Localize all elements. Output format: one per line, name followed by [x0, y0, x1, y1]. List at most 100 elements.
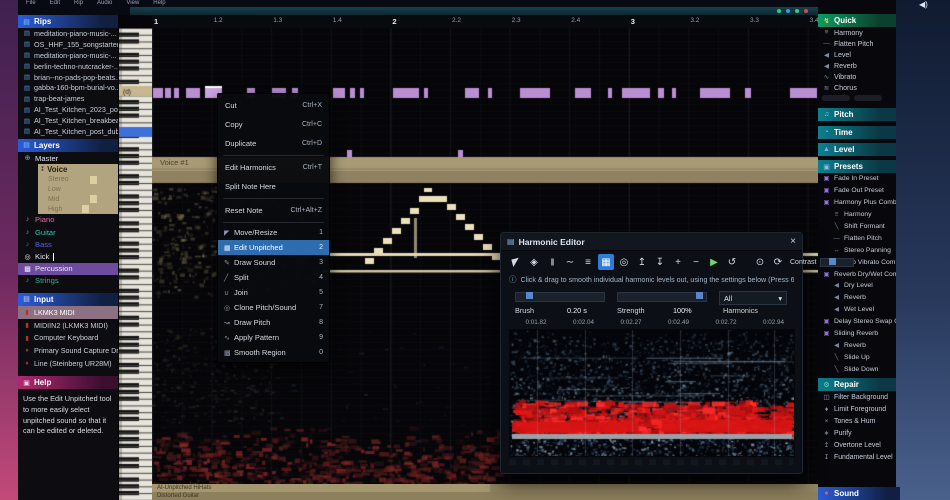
context-menu-item-edit-unpitched[interactable]: ▦Edit Unpitched2 [218, 240, 329, 255]
presets-panel-header[interactable]: ▣ Presets [818, 160, 896, 173]
preset-item-shift-formant[interactable]: ╲Shift Formant [818, 221, 896, 233]
context-menu-item-cut[interactable]: CutCtrl+X [218, 96, 329, 115]
status-dot-blue-icon[interactable] [786, 9, 790, 13]
input-device[interactable]: ▮LKMK3 MIDI [18, 306, 118, 319]
harmonic-editor-titlebar[interactable]: ▤ Harmonic Editor × [501, 233, 802, 251]
context-menu-item-draw-pitch[interactable]: ↝Draw Pitch8 [218, 315, 329, 330]
harmonics-dropdown[interactable]: All ▾ [719, 291, 787, 305]
speaker-icon[interactable]: ◀) [919, 0, 928, 9]
time-panel-header[interactable]: ◔ Time [818, 126, 896, 139]
voice-sub-stereo[interactable]: Stereo [38, 175, 118, 185]
menu-item-audio[interactable]: Audio [97, 0, 112, 7]
rip-item[interactable]: ▤meditation-piano-music-... [18, 50, 118, 61]
rip-item[interactable]: ▤OS_HHF_155_songstarter... [18, 39, 118, 50]
rip-item[interactable]: ▤gabba-160-bpm-burial-vo... [18, 82, 118, 93]
context-menu-item-apply-pattern[interactable]: ∿Apply Pattern9 [218, 330, 329, 345]
add-icon[interactable]: + [670, 254, 686, 270]
contrast-slider-knob[interactable] [829, 258, 836, 265]
context-menu-item-clone-pitch-sound[interactable]: ◎Clone Pitch/Sound7 [218, 300, 329, 315]
preset-item-reverb[interactable]: ◀Reverb [818, 339, 896, 351]
rip-item[interactable]: ▤trap-beat-james [18, 93, 118, 104]
context-menu-item-edit-harmonics[interactable]: Edit HarmonicsCtrl+T [218, 158, 329, 177]
status-dot-teal-icon[interactable] [795, 9, 799, 13]
eraser-tool-icon[interactable]: ◈ [526, 254, 542, 270]
preset-item-fade-out-preset[interactable]: ▣Fade Out Preset [818, 185, 896, 197]
context-menu-item-join[interactable]: ∪Join5 [218, 285, 329, 300]
preset-item-harmony-plus-combo[interactable]: ▣Harmony Plus Combo [818, 197, 896, 209]
rip-item[interactable]: ▤meditation-piano-music-... [18, 28, 118, 39]
subtract-icon[interactable]: − [688, 254, 704, 270]
input-device[interactable]: ▮MIDIIN2 (LKMK3 MIDI) [18, 319, 118, 332]
repair-item-overtone-level[interactable]: ↥Overtone Level [818, 439, 896, 451]
preset-item-reverb-dry-wet-combo[interactable]: ▣Reverb Dry/Wet Combo [818, 268, 896, 280]
context-menu-item-smooth-region[interactable]: ▩Smooth Region0 [218, 345, 329, 360]
voice-group-header[interactable]: ⁑Voice [38, 164, 118, 175]
preset-item-delay-stereo-swap-combo[interactable]: ▣Delay Stereo Swap Combo [818, 316, 896, 328]
preset-item-dry-level[interactable]: ◀Dry Level [818, 280, 896, 292]
rip-item[interactable]: ▤AI_Test_Kitchen_post_dub... [18, 126, 118, 137]
voice-sub-mid[interactable]: Mid [38, 194, 118, 204]
preset-item-slide-down[interactable]: ╲Slide Down [818, 363, 896, 375]
menu-item-rip[interactable]: Rip [74, 0, 83, 7]
play-icon[interactable]: ▶ [706, 254, 722, 270]
repair-item-filter-background[interactable]: ◫Filter Background [818, 391, 896, 403]
layer-item-kick[interactable]: ◎Kick [18, 250, 118, 262]
layer-item-master[interactable]: ⊕Master [18, 152, 118, 164]
preset-item-slide-up[interactable]: ╲Slide Up [818, 351, 896, 363]
repair-item-limit-foreground[interactable]: ♦Limit Foreground [818, 403, 896, 415]
context-menu-item-duplicate[interactable]: DuplicateCtrl+D [218, 134, 329, 153]
pill[interactable] [854, 95, 882, 101]
pitch-panel-header[interactable]: ♫ Pitch [818, 108, 896, 121]
status-dot-green-icon[interactable] [777, 9, 781, 13]
preset-item-stereo-panning[interactable]: ↔Stereo Panning [818, 244, 896, 256]
preset-item-fade-in-preset[interactable]: ▣Fade In Preset [818, 173, 896, 185]
layer-item-bass[interactable]: ♪Bass [18, 238, 118, 250]
voice-sub-low[interactable]: Low [38, 185, 118, 195]
unpitched-lane[interactable]: AI-Unpitched HiHats [152, 484, 818, 492]
repair-panel-header[interactable]: ⚙ Repair [818, 378, 896, 391]
sound-panel-header[interactable]: ● Sound [818, 487, 900, 500]
brush-slider-knob[interactable] [526, 292, 533, 299]
undo-icon[interactable]: ↺ [724, 254, 740, 270]
layer-item-percussion[interactable]: ▩Percussion [18, 263, 118, 275]
rip-item[interactable]: ▤AI_Test_Kitchen_breakbea... [18, 115, 118, 126]
menu-item-edit[interactable]: Edit [50, 0, 60, 7]
rip-item[interactable]: ▤AI_Test_Kitchen_2023_po... [18, 104, 118, 115]
clone-camera-icon[interactable]: ◎ [616, 254, 632, 270]
refresh-icon[interactable]: ⟳ [770, 254, 786, 270]
input-device[interactable]: ♦Primary Sound Capture Dr... [18, 344, 118, 357]
rip-item[interactable]: ▤berlin-techno-nutcracker-... [18, 61, 118, 72]
layer-group-voice[interactable]: ⁑VoiceStereoLowMidHigh [38, 164, 118, 214]
sliders-tool-icon[interactable]: ||| [544, 254, 560, 270]
menu-item-file[interactable]: File [26, 0, 36, 7]
input-panel-header[interactable]: ▤ Input [18, 293, 118, 306]
preset-item-flatten-pitch[interactable]: —Flatten Pitch [818, 232, 896, 244]
raise-to-top-icon[interactable]: ↥ [634, 254, 650, 270]
quick-item-chorus[interactable]: ≋Chorus [818, 82, 896, 93]
input-device[interactable]: ♦Line (Steinberg UR28M) [18, 357, 118, 370]
lines-tool-icon[interactable]: ≡ [580, 254, 596, 270]
rips-panel-header[interactable]: ▤ Rips [18, 15, 118, 28]
strength-slider[interactable] [617, 292, 707, 302]
layer-item-piano[interactable]: ♪Piano [18, 214, 118, 226]
layer-item-guitar[interactable]: ♪Guitar [18, 226, 118, 238]
quick-item-flatten-pitch[interactable]: —Flatten Pitch [818, 38, 896, 49]
repair-item-fundamental-level[interactable]: ↧Fundamental Level [818, 451, 896, 463]
voice-sub-high[interactable]: High [38, 204, 118, 214]
repair-item-purify[interactable]: ∗Purify [818, 427, 896, 439]
unpitched-lane[interactable]: Distorted Guitar [152, 492, 818, 500]
preset-item-harmony[interactable]: ≡Harmony [818, 209, 896, 221]
layers-panel-header[interactable]: ▤ Layers [18, 139, 118, 152]
status-dot-red-icon[interactable] [804, 9, 808, 13]
input-device[interactable]: ▮Computer Keyboard [18, 331, 118, 344]
quick-item-harmony[interactable]: ≡Harmony [818, 27, 896, 38]
rip-item[interactable]: ▤brian--no-pads-pop-beats... [18, 72, 118, 83]
context-menu-item-draw-sound[interactable]: ✎Draw Sound3 [218, 255, 329, 270]
quick-panel-header[interactable]: ↯ Quick [818, 14, 896, 27]
smooth-harmonics-tool-icon[interactable]: ▦ [598, 254, 614, 270]
lower-to-bottom-icon[interactable]: ↧ [652, 254, 668, 270]
preset-item-wet-level[interactable]: ◀Wet Level [818, 304, 896, 316]
menu-item-help[interactable]: Help [153, 0, 165, 7]
context-menu-item-move-resize[interactable]: ◤Move/Resize1 [218, 225, 329, 240]
repair-item-tones-hum[interactable]: ×Tones & Hum [818, 415, 896, 427]
